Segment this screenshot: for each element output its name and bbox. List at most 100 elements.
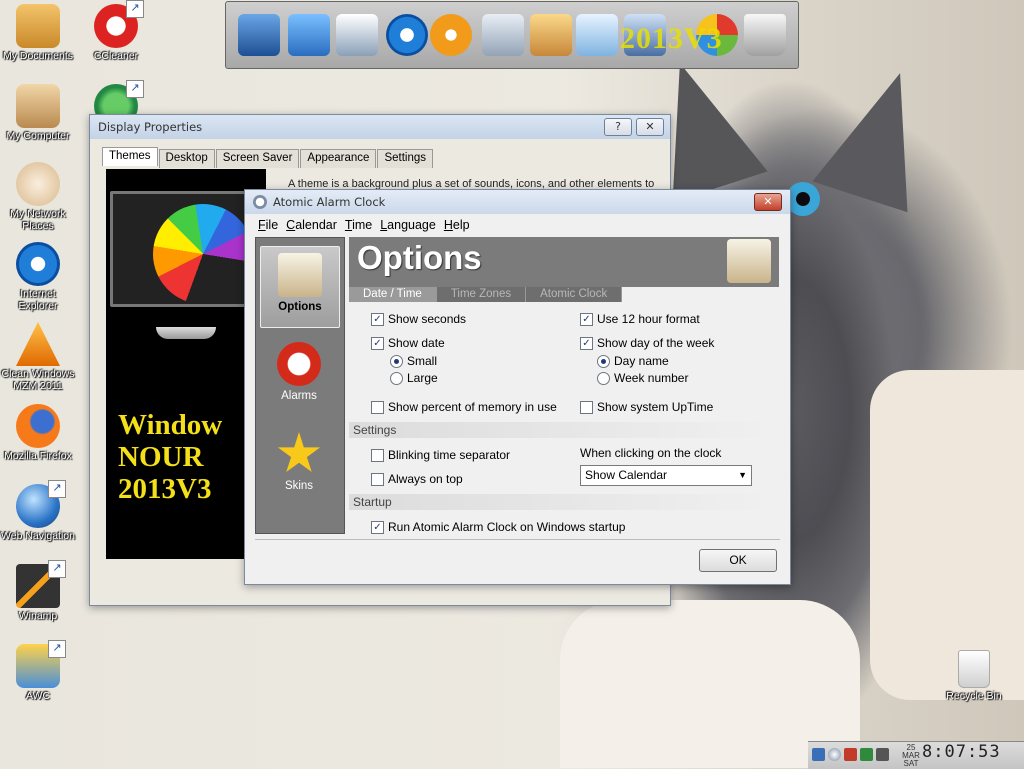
media-player-icon[interactable] bbox=[430, 14, 472, 56]
click-action-select[interactable]: Show Calendar ▼ bbox=[580, 465, 752, 486]
week-number-option[interactable]: Week number bbox=[597, 371, 688, 385]
tab-desktop[interactable]: Desktop bbox=[158, 149, 215, 168]
menu-file[interactable]: File bbox=[257, 218, 279, 232]
tray-clock[interactable]: 8:07:53 bbox=[922, 742, 1001, 762]
desktop-icon-mozilla-firefox[interactable]: Mozilla Firefox bbox=[0, 404, 76, 462]
show-memory-checkbox[interactable] bbox=[371, 400, 384, 414]
desktop-icon-my-computer[interactable]: My Computer bbox=[0, 84, 76, 142]
clock-app-icon bbox=[253, 195, 267, 209]
network-globe-icon bbox=[16, 162, 60, 206]
show-desktop-icon[interactable] bbox=[812, 748, 825, 761]
recycle-bin-icon[interactable] bbox=[744, 14, 786, 56]
wallpaper-kitten-eye bbox=[786, 182, 820, 216]
computer-monitor-icon[interactable] bbox=[238, 14, 280, 56]
calculator-icon[interactable] bbox=[482, 14, 524, 56]
menu-bar: File Calendar Time Language Help bbox=[245, 214, 790, 236]
show-uptime-checkbox[interactable] bbox=[580, 400, 593, 414]
date-large-option[interactable]: Large bbox=[390, 371, 438, 385]
week-number-radio[interactable] bbox=[597, 371, 610, 385]
show-memory-option[interactable]: Show percent of memory in use bbox=[371, 400, 557, 414]
day-name-radio[interactable] bbox=[597, 354, 610, 368]
atomic-alarm-clock-window: Atomic Alarm Clock ✕ File Calendar Time … bbox=[244, 189, 791, 585]
menu-time[interactable]: Time bbox=[344, 218, 373, 232]
show-seconds-checkbox[interactable]: ✓ bbox=[371, 312, 384, 326]
tab-atomic-clock[interactable]: Atomic Clock bbox=[526, 287, 623, 302]
tab-date-time[interactable]: Date / Time bbox=[349, 287, 437, 302]
show-day-of-week-option[interactable]: ✓ Show day of the week bbox=[580, 336, 714, 350]
menu-calendar[interactable]: Calendar bbox=[285, 218, 338, 232]
display-properties-tabs: Themes Desktop Screen Saver Appearance S… bbox=[102, 147, 434, 168]
show-day-of-week-checkbox[interactable]: ✓ bbox=[580, 336, 593, 350]
date-large-radio[interactable] bbox=[390, 371, 403, 385]
network-icon[interactable] bbox=[860, 748, 873, 761]
startup-section-header: Startup bbox=[349, 494, 773, 510]
run-on-startup-checkbox[interactable]: ✓ bbox=[371, 520, 384, 534]
use-12-hour-checkbox[interactable]: ✓ bbox=[580, 312, 593, 326]
shortcut-arrow-icon: ↗ bbox=[48, 560, 66, 578]
desktop-icon-my-network-places[interactable]: My Network Places bbox=[0, 162, 76, 232]
run-on-startup-option[interactable]: ✓ Run Atomic Alarm Clock on Windows star… bbox=[371, 520, 625, 534]
tab-time-zones[interactable]: Time Zones bbox=[436, 287, 527, 302]
blinking-separator-checkbox[interactable] bbox=[371, 448, 384, 462]
internet-explorer-icon[interactable] bbox=[386, 14, 428, 56]
tray-date[interactable]: 25 MAR SAT bbox=[902, 744, 920, 768]
folder-documents-icon bbox=[16, 4, 60, 48]
always-on-top-option[interactable]: Always on top bbox=[371, 472, 463, 486]
tab-themes[interactable]: Themes bbox=[102, 147, 158, 166]
date-small-option[interactable]: Small bbox=[390, 354, 437, 368]
sidebar-item-alarms[interactable]: Alarms bbox=[260, 336, 338, 416]
alarm-clock-titlebar[interactable]: Atomic Alarm Clock ✕ bbox=[245, 190, 790, 214]
antivirus-icon[interactable] bbox=[844, 748, 857, 761]
desktop-icon-recycle-bin[interactable]: Recycle Bin bbox=[936, 650, 1012, 702]
blinking-separator-option[interactable]: Blinking time separator bbox=[371, 448, 510, 462]
menu-language[interactable]: Language bbox=[379, 218, 437, 232]
sidebar-item-skins[interactable]: Skins bbox=[260, 426, 338, 506]
documents-icon[interactable] bbox=[336, 14, 378, 56]
options-subtabs: Date / Time Time Zones Atomic Clock bbox=[349, 287, 623, 302]
help-button[interactable]: ? bbox=[604, 118, 632, 136]
desktop-icon-clean-windows[interactable]: Clean Windows MZM 2011 bbox=[0, 322, 76, 392]
window-title: Atomic Alarm Clock bbox=[273, 195, 386, 209]
ok-button[interactable]: OK bbox=[699, 549, 777, 572]
winamp-bolt-icon: ↗ bbox=[16, 560, 66, 608]
page-title: Options bbox=[357, 239, 482, 276]
desktop-icon-my-documents[interactable]: My Documents bbox=[0, 4, 76, 62]
volume-icon[interactable] bbox=[876, 748, 889, 761]
tab-appearance[interactable]: Appearance bbox=[300, 149, 377, 168]
tab-settings[interactable]: Settings bbox=[377, 149, 434, 168]
globe-icon: ↗ bbox=[16, 480, 66, 528]
tab-screen-saver[interactable]: Screen Saver bbox=[215, 149, 300, 168]
date-small-radio[interactable] bbox=[390, 354, 403, 368]
use-12-hour-option[interactable]: ✓ Use 12 hour format bbox=[580, 312, 700, 326]
show-seconds-option[interactable]: ✓ Show seconds bbox=[371, 312, 466, 326]
day-name-option[interactable]: Day name bbox=[597, 354, 669, 368]
firefox-icon bbox=[16, 404, 60, 448]
footer-divider bbox=[255, 539, 780, 540]
clipboard-checklist-icon bbox=[727, 239, 771, 283]
desktop-icon-web-navigation[interactable]: ↗ Web Navigation bbox=[0, 480, 76, 542]
menu-help[interactable]: Help bbox=[443, 218, 471, 232]
paint-brushes-icon[interactable] bbox=[530, 14, 572, 56]
desktop-icon-winamp[interactable]: ↗ Winamp bbox=[0, 560, 76, 622]
desktop-icon-internet-explorer[interactable]: Internet Explorer bbox=[0, 242, 76, 312]
always-on-top-checkbox[interactable] bbox=[371, 472, 384, 486]
desktop-icon-awc[interactable]: ↗ AWC bbox=[0, 640, 76, 702]
display-properties-titlebar[interactable]: Display Properties ? ✕ bbox=[90, 115, 670, 139]
desktop-icon-ccleaner[interactable]: ↗ CCleaner bbox=[78, 0, 154, 62]
when-clicking-label: When clicking on the clock bbox=[580, 446, 722, 460]
shortcut-arrow-icon: ↗ bbox=[48, 640, 66, 658]
show-uptime-option[interactable]: Show system UpTime bbox=[580, 400, 713, 414]
internet-explorer-icon bbox=[16, 242, 60, 286]
sidebar-item-options[interactable]: Options bbox=[260, 246, 340, 328]
show-date-option[interactable]: ✓ Show date bbox=[371, 336, 445, 350]
category-sidebar: Options Alarms Skins bbox=[255, 237, 345, 534]
theme-preview: Window NOUR 2013V3 bbox=[106, 169, 268, 559]
close-button[interactable]: ✕ bbox=[636, 118, 664, 136]
network-computers-icon[interactable] bbox=[288, 14, 330, 56]
notepad-icon[interactable] bbox=[576, 14, 618, 56]
wallpaper-watermark: 2013V3 bbox=[620, 22, 723, 55]
chevron-down-icon: ▼ bbox=[738, 470, 747, 480]
clock-tray-icon[interactable] bbox=[828, 748, 841, 761]
show-date-checkbox[interactable]: ✓ bbox=[371, 336, 384, 350]
close-button[interactable]: ✕ bbox=[754, 193, 782, 211]
